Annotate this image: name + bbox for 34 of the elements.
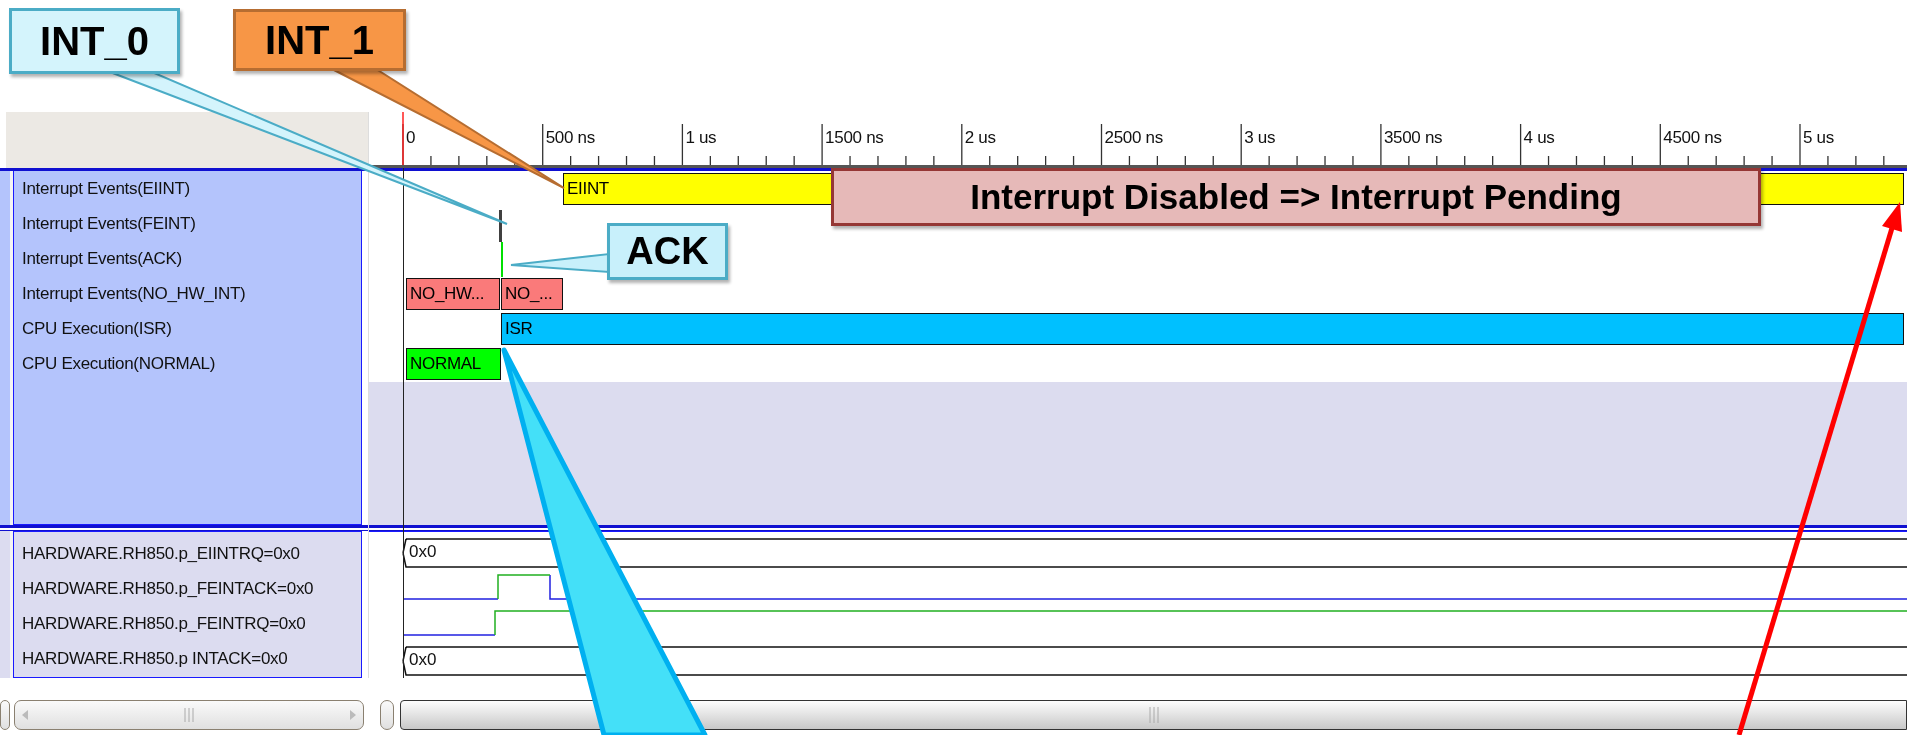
grip-icon [1147, 707, 1160, 723]
tick-label: 1500 ns [825, 128, 884, 148]
signal-name[interactable]: HARDWARE.RH850.p_FEINTACK=0x0 [22, 578, 314, 599]
callout-label: ACK [607, 223, 728, 280]
callout-label: INT_0 [9, 8, 180, 74]
event-bar[interactable]: ISR [501, 313, 1904, 345]
tick-label: 5 us [1803, 128, 1834, 148]
signal-name[interactable]: Interrupt Events(ACK) [22, 248, 182, 269]
tick-label: 500 ns [545, 128, 595, 148]
annotation-banner: Interrupt Disabled => Interrupt Pending [831, 168, 1761, 226]
tick-label: 4 us [1523, 128, 1555, 148]
signal-name[interactable]: CPU Execution(NORMAL) [22, 353, 216, 374]
bus-waveform: 0x0 [402, 646, 1907, 676]
bus-waveform: 0x0 [402, 538, 1907, 568]
event-bar[interactable]: NORMAL [406, 348, 501, 380]
signal-name[interactable]: HARDWARE.RH850.p_FEINTRQ=0x0 [22, 613, 306, 634]
signal-name[interactable]: Interrupt Events(FEINT) [22, 213, 196, 234]
callout-label: INT_1 [233, 9, 406, 71]
signal-name[interactable]: Interrupt Events(NO_HW_INT) [22, 283, 246, 304]
scroll-knob[interactable] [380, 700, 394, 730]
signal-name[interactable]: Interrupt Events(EIINT) [22, 178, 190, 199]
event-bar[interactable]: NO_... [501, 278, 563, 310]
tick-label: 3500 ns [1383, 128, 1443, 148]
tick-label: 3 us [1244, 128, 1276, 148]
tick-label: 1 us [685, 128, 717, 148]
tick-label: 2500 ns [1104, 128, 1163, 148]
tick-label: 0 [406, 128, 416, 148]
signal-name[interactable]: HARDWARE.RH850.p_EIINTRQ=0x0 [22, 543, 300, 564]
signal-name[interactable]: CPU Execution(ISR) [22, 318, 172, 339]
signal-name[interactable]: HARDWARE.RH850.p INTACK=0x0 [22, 648, 288, 669]
tick-label: 4500 ns [1663, 128, 1722, 148]
grip-icon [183, 708, 195, 722]
event-bar[interactable]: NO_HW... [406, 278, 500, 310]
tick-label: 2 us [964, 128, 996, 148]
